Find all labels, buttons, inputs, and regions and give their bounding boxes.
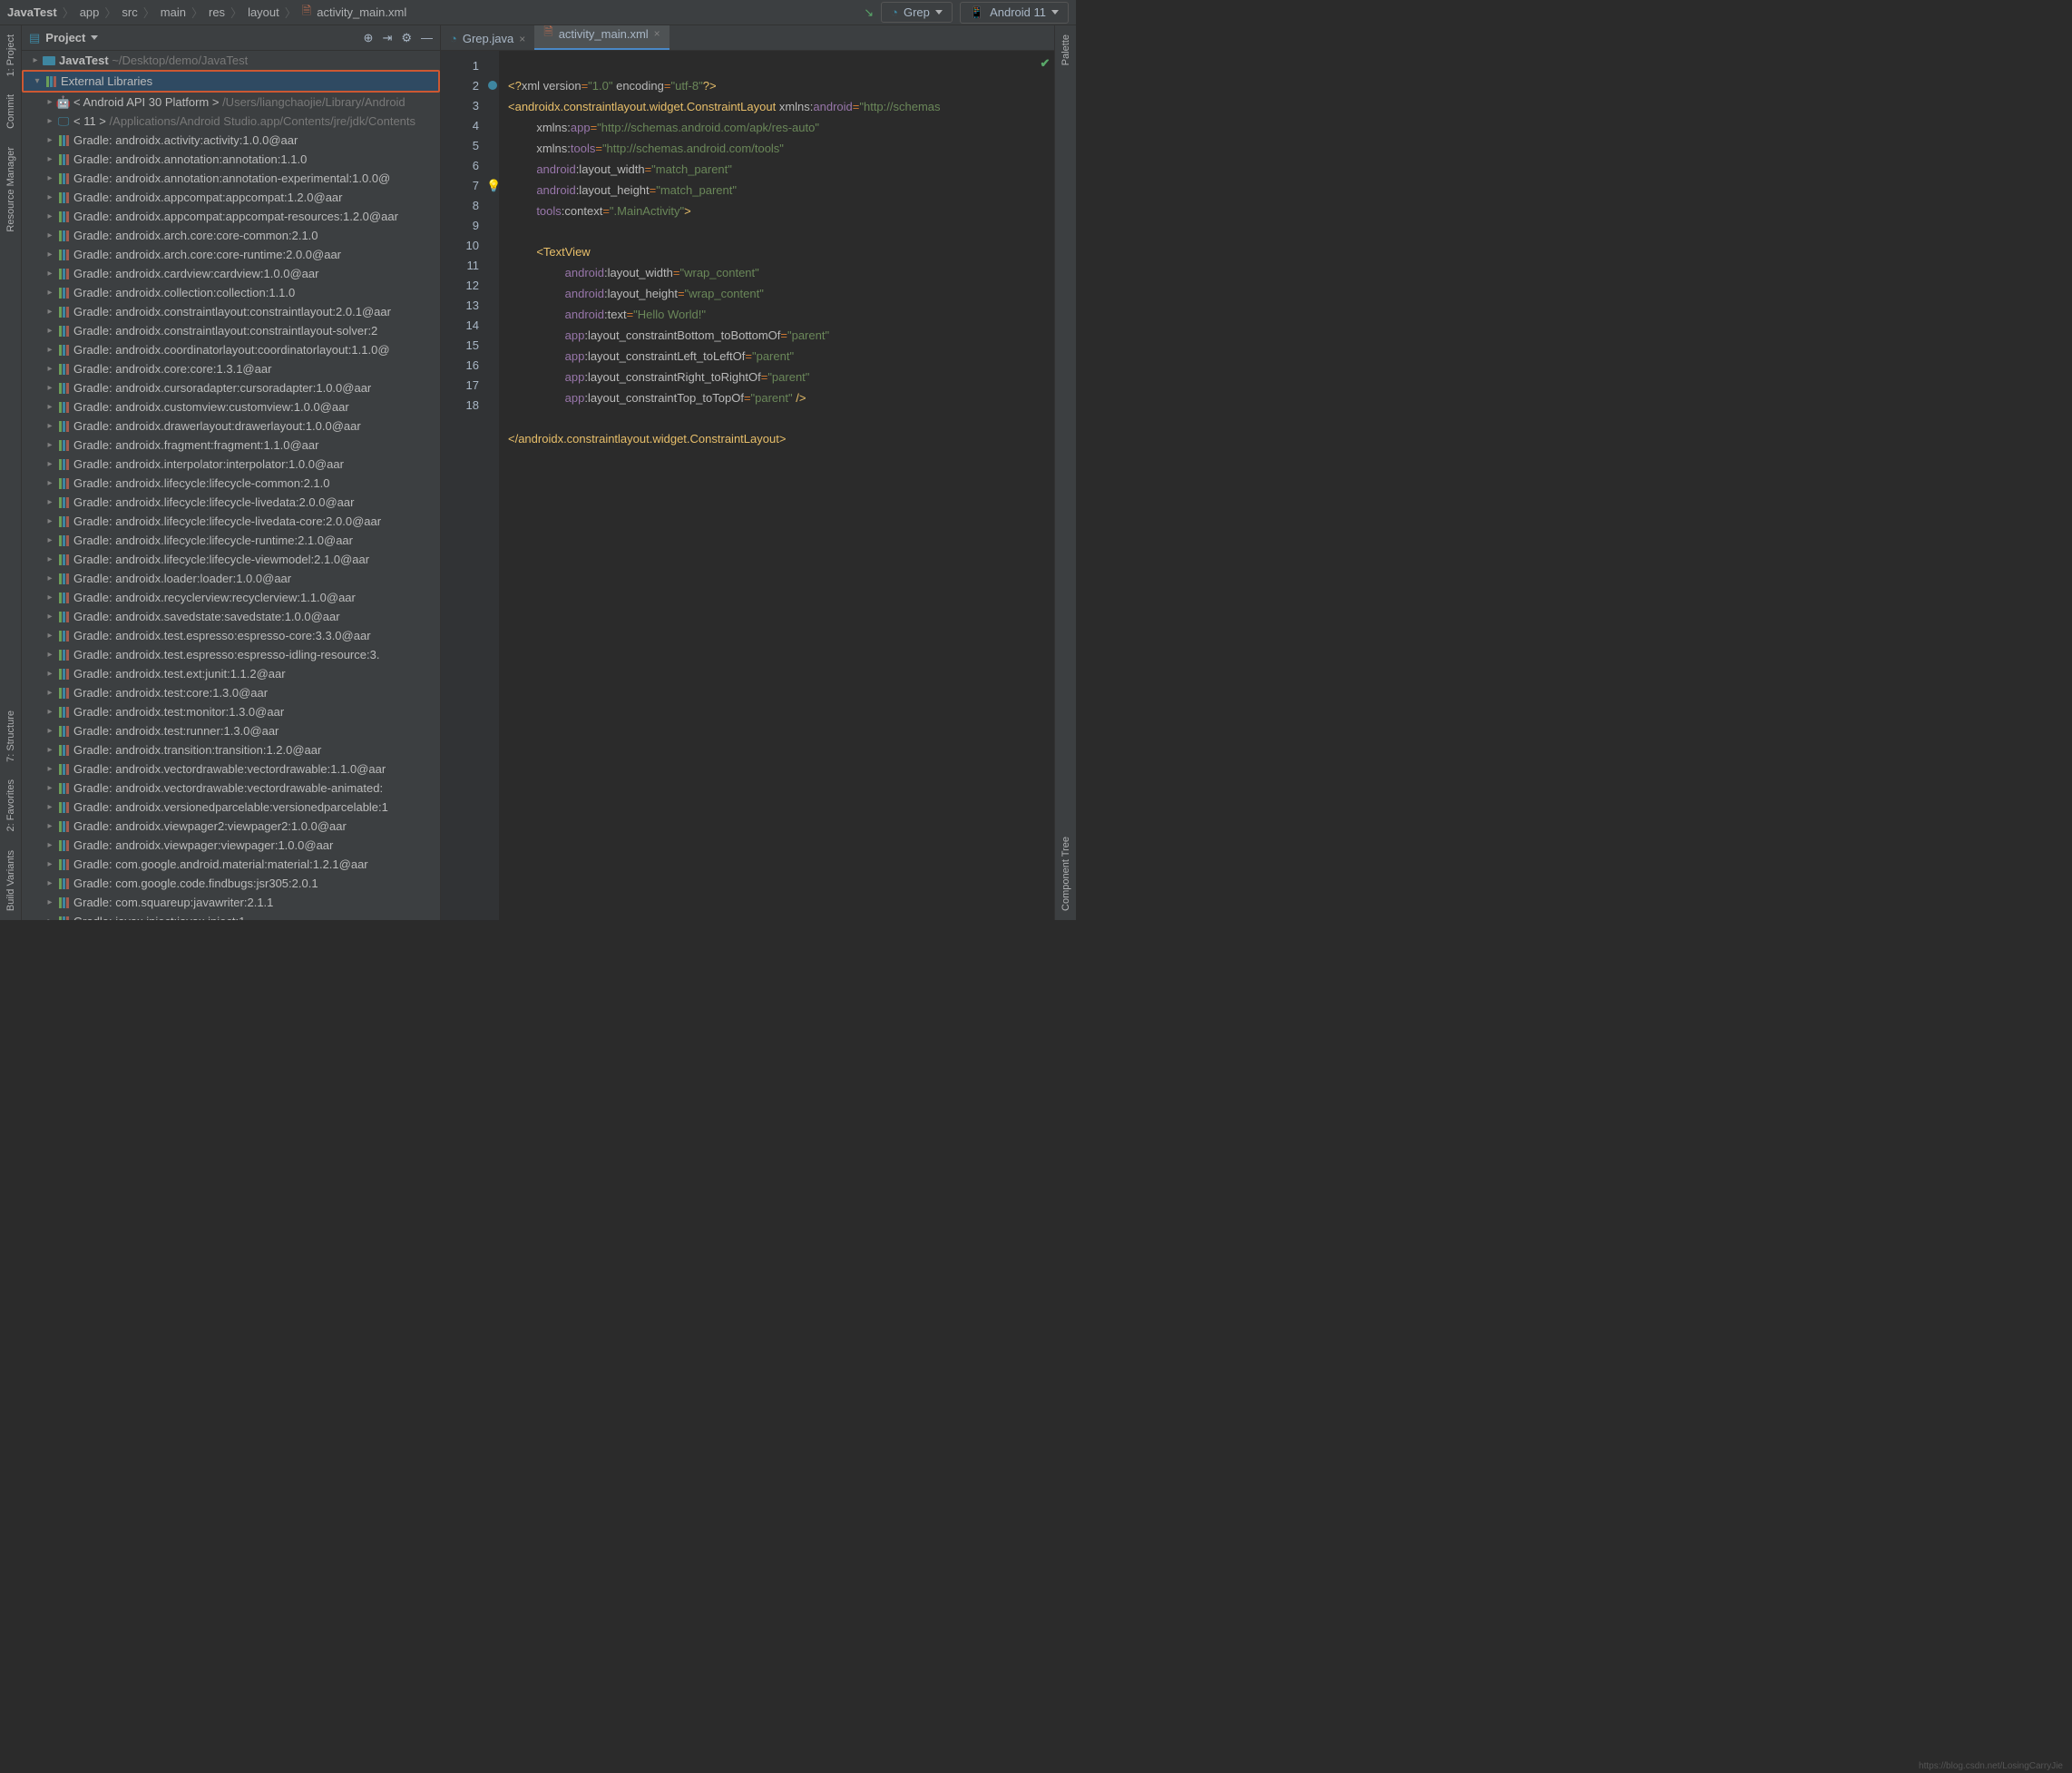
device-icon: 📱 (970, 5, 984, 20)
panel-title[interactable]: Project (45, 31, 85, 44)
tree-lib-item[interactable]: Gradle: androidx.collection:collection:1… (22, 283, 440, 302)
tool-palette[interactable]: Palette (1058, 25, 1074, 74)
tree-lib-item[interactable]: Gradle: androidx.viewpager:viewpager:1.0… (22, 836, 440, 855)
tree-lib-item[interactable]: Gradle: androidx.annotation:annotation-e… (22, 169, 440, 188)
tree-lib-item[interactable]: Gradle: androidx.vectordrawable:vectordr… (22, 779, 440, 798)
file-icon: ◔ (450, 32, 457, 45)
tree-jdk[interactable]: 🖵 < 11 > /Applications/Android Studio.ap… (22, 112, 440, 131)
tree-lib-item[interactable]: Gradle: javax.inject:javax.inject:1 (22, 912, 440, 920)
tree-lib-item[interactable]: Gradle: androidx.test.espresso:espresso-… (22, 626, 440, 645)
project-panel: ▤ Project ⊕ ⇥ ⚙ — JavaTest ~/Desktop/dem… (22, 25, 441, 920)
crumb-2[interactable]: src (122, 5, 137, 19)
tool-component-tree[interactable]: Component Tree (1058, 828, 1074, 920)
hide-panel-icon[interactable]: — (421, 31, 433, 45)
crumb-4[interactable]: res (209, 5, 225, 19)
tree-lib-item[interactable]: Gradle: androidx.test:monitor:1.3.0@aar (22, 702, 440, 721)
tab-grep[interactable]: ◔ Grep.java × (441, 27, 534, 50)
close-icon[interactable]: × (654, 27, 660, 40)
tree-lib-item[interactable]: Gradle: androidx.arch.core:core-runtime:… (22, 245, 440, 264)
crumb-0[interactable]: JavaTest (7, 5, 57, 19)
tree-lib-item[interactable]: Gradle: androidx.appcompat:appcompat-res… (22, 207, 440, 226)
tree-lib-item[interactable]: Gradle: androidx.customview:customview:1… (22, 397, 440, 416)
tree-lib-item[interactable]: Gradle: androidx.recyclerview:recyclervi… (22, 588, 440, 607)
dropdown-icon (1051, 10, 1059, 15)
tree-lib-item[interactable]: Gradle: androidx.vectordrawable:vectordr… (22, 759, 440, 779)
crumb-3[interactable]: main (161, 5, 186, 19)
crumb-file-icon: 🗎 (302, 3, 311, 23)
grep-icon: ◔ (891, 5, 898, 19)
device-dropdown[interactable]: 📱 Android 11 (960, 2, 1069, 24)
tree-lib-item[interactable]: Gradle: com.google.code.findbugs:jsr305:… (22, 874, 440, 893)
project-view-icon: ▤ (29, 31, 40, 45)
tree-lib-item[interactable]: Gradle: androidx.constraintlayout:constr… (22, 321, 440, 340)
file-icon: 🗎 (543, 25, 552, 44)
tree-lib-item[interactable]: Gradle: androidx.versionedparcelable:ver… (22, 798, 440, 817)
tree-lib-item[interactable]: Gradle: androidx.fragment:fragment:1.1.0… (22, 436, 440, 455)
settings-gear-icon[interactable]: ⚙ (401, 31, 412, 45)
tree-lib-item[interactable]: Gradle: androidx.test:core:1.3.0@aar (22, 683, 440, 702)
locate-icon[interactable]: ⊕ (364, 31, 374, 45)
tool-commit[interactable]: Commit (3, 85, 19, 138)
tree-lib-item[interactable]: Gradle: androidx.drawerlayout:drawerlayo… (22, 416, 440, 436)
tree-lib-item[interactable]: Gradle: androidx.transition:transition:1… (22, 740, 440, 759)
tree-lib-item[interactable]: Gradle: androidx.constraintlayout:constr… (22, 302, 440, 321)
tree-lib-item[interactable]: Gradle: androidx.lifecycle:lifecycle-liv… (22, 512, 440, 531)
watermark: https://blog.csdn.net/LosingCarryJie (1919, 1761, 2063, 1771)
tool-favorites[interactable]: 2: Favorites (3, 770, 19, 840)
breadcrumb[interactable]: JavaTest〉 app〉 src〉 main〉 res〉 layout〉 🗎… (7, 3, 406, 23)
tool-project[interactable]: 1: Project (3, 25, 19, 85)
tree-lib-item[interactable]: Gradle: androidx.annotation:annotation:1… (22, 150, 440, 169)
tree-lib-item[interactable]: Gradle: androidx.test:runner:1.3.0@aar (22, 721, 440, 740)
tree-lib-item[interactable]: Gradle: androidx.viewpager2:viewpager2:1… (22, 817, 440, 836)
sync-icon[interactable]: ↘ (864, 5, 874, 20)
editor-tabs: ◔ Grep.java × 🗎 activity_main.xml × (441, 25, 1054, 51)
crumb-5[interactable]: layout (248, 5, 279, 19)
dropdown-icon (935, 10, 943, 15)
left-tool-strip: 1: Project Commit Resource Manager 7: St… (0, 25, 22, 920)
tool-structure[interactable]: 7: Structure (3, 701, 19, 771)
crumb-1[interactable]: app (80, 5, 100, 19)
collapse-icon[interactable]: ⇥ (382, 31, 392, 45)
editor: ◔ Grep.java × 🗎 activity_main.xml × 1234… (441, 25, 1054, 920)
tree-lib-item[interactable]: Gradle: androidx.arch.core:core-common:2… (22, 226, 440, 245)
code-content[interactable]: <?xml version="1.0" encoding="utf-8"?> <… (499, 51, 1036, 920)
tool-resource-manager[interactable]: Resource Manager (3, 138, 19, 241)
tree-lib-item[interactable]: Gradle: androidx.savedstate:savedstate:1… (22, 607, 440, 626)
tree-lib-item[interactable]: Gradle: androidx.test.espresso:espresso-… (22, 645, 440, 664)
tree-lib-item[interactable]: Gradle: androidx.core:core:1.3.1@aar (22, 359, 440, 378)
right-tool-strip: Palette Component Tree (1054, 25, 1076, 920)
tree-lib-item[interactable]: Gradle: androidx.activity:activity:1.0.0… (22, 131, 440, 150)
gutter-marks: 💡 (486, 51, 499, 920)
close-icon[interactable]: × (519, 33, 525, 45)
tree-lib-item[interactable]: Gradle: androidx.lifecycle:lifecycle-liv… (22, 493, 440, 512)
tree-android-api[interactable]: 🤖 < Android API 30 Platform > /Users/lia… (22, 93, 440, 112)
tree-lib-item[interactable]: Gradle: androidx.coordinatorlayout:coord… (22, 340, 440, 359)
tree-lib-item[interactable]: Gradle: androidx.interpolator:interpolat… (22, 455, 440, 474)
tree-external-libraries[interactable]: External Libraries (22, 70, 440, 93)
tree-lib-item[interactable]: Gradle: androidx.lifecycle:lifecycle-run… (22, 531, 440, 550)
tree-lib-item[interactable]: Gradle: androidx.lifecycle:lifecycle-vie… (22, 550, 440, 569)
tab-activity-main[interactable]: 🗎 activity_main.xml × (534, 25, 669, 50)
inspection-ok-icon[interactable]: ✔ (1041, 56, 1051, 70)
tree-lib-item[interactable]: Gradle: androidx.appcompat:appcompat:1.2… (22, 188, 440, 207)
tree-lib-item[interactable]: Gradle: com.squareup:javawriter:2.1.1 (22, 893, 440, 912)
crumb-6[interactable]: activity_main.xml (317, 5, 406, 19)
tool-build-variants[interactable]: Build Variants (3, 841, 19, 920)
tree-lib-item[interactable]: Gradle: androidx.lifecycle:lifecycle-com… (22, 474, 440, 493)
tree-root[interactable]: JavaTest ~/Desktop/demo/JavaTest (22, 51, 440, 70)
tree-lib-item[interactable]: Gradle: androidx.cursoradapter:cursorada… (22, 378, 440, 397)
tree-lib-item[interactable]: Gradle: androidx.cardview:cardview:1.0.0… (22, 264, 440, 283)
project-tree[interactable]: JavaTest ~/Desktop/demo/JavaTest Externa… (22, 51, 440, 920)
run-config-dropdown[interactable]: ◔ Grep (881, 2, 953, 23)
tree-lib-item[interactable]: Gradle: androidx.test.ext:junit:1.1.2@aa… (22, 664, 440, 683)
breadcrumb-bar: JavaTest〉 app〉 src〉 main〉 res〉 layout〉 🗎… (0, 0, 1076, 25)
view-mode-dropdown[interactable] (91, 35, 98, 40)
tree-lib-item[interactable]: Gradle: androidx.loader:loader:1.0.0@aar (22, 569, 440, 588)
tree-lib-item[interactable]: Gradle: com.google.android.material:mate… (22, 855, 440, 874)
line-numbers: 123456789101112131415161718 (441, 51, 486, 920)
gutter-icon[interactable] (488, 81, 497, 90)
